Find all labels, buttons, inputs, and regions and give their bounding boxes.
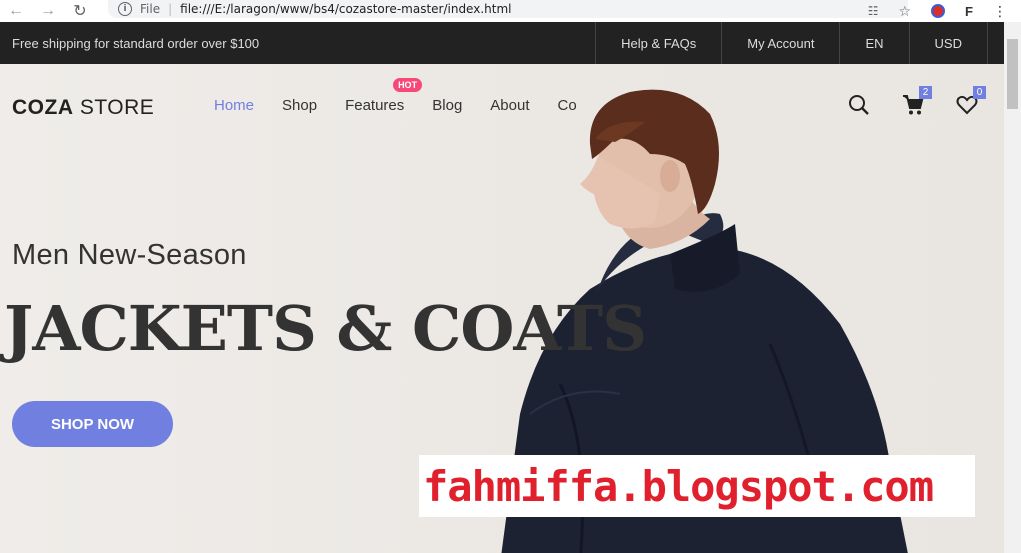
logo-light: STORE	[73, 96, 155, 119]
forward-icon[interactable]: →	[32, 0, 64, 22]
reload-icon[interactable]: ↻	[64, 0, 96, 22]
shipping-notice: Free shipping for standard order over $1…	[12, 35, 260, 51]
menu-item-shop[interactable]: Shop	[282, 97, 317, 114]
top-bar: Free shipping for standard order over $1…	[0, 22, 1004, 64]
menu-item-home[interactable]: Home	[214, 97, 254, 114]
menu-item-contact[interactable]: Co	[558, 97, 577, 114]
extension-icon[interactable]	[931, 4, 946, 18]
scrollbar-thumb[interactable]	[1007, 39, 1018, 109]
wishlist-heart-icon[interactable]: 0	[956, 86, 986, 116]
star-icon[interactable]: ☆	[898, 3, 911, 20]
currency-link[interactable]: USD	[908, 22, 988, 64]
cart-count-badge: 2	[919, 86, 932, 99]
cart-icon[interactable]: 2	[902, 86, 932, 116]
language-link[interactable]: EN	[839, 22, 908, 64]
watermark: fahmiffa.blogspot.com	[419, 455, 975, 517]
menu-item-features-label: Features	[345, 97, 405, 114]
watermark-text: fahmiffa.blogspot.com	[423, 461, 934, 511]
wishlist-count-badge: 0	[973, 86, 986, 99]
hero-subtitle: Men New-Season	[12, 239, 247, 271]
search-icon[interactable]	[848, 94, 870, 116]
translate-icon[interactable]: ☷	[868, 4, 879, 18]
page-scrollbar[interactable]	[1004, 22, 1021, 553]
site-header: COZA STORE Home Shop Features HOT Blog Ab…	[0, 64, 1004, 148]
address-bar[interactable]: i File | file:///E:/laragon/www/bs4/coza…	[108, 0, 908, 18]
menu-item-about[interactable]: About	[490, 97, 529, 114]
info-icon[interactable]: i	[118, 2, 132, 16]
extension-icons: ☷ ☆ F ⋮	[868, 0, 1021, 22]
site-logo[interactable]: COZA STORE	[12, 96, 154, 120]
browser-toolbar: ← → ↻ i File | file:///E:/laragon/www/bs…	[0, 0, 1021, 22]
my-account-link[interactable]: My Account	[721, 22, 839, 64]
menu-item-features[interactable]: Features HOT	[345, 78, 423, 114]
top-bar-links: Help & FAQs My Account EN USD	[595, 22, 988, 64]
url-text: file:///E:/laragon/www/bs4/cozastore-mas…	[180, 2, 512, 16]
help-faqs-link[interactable]: Help & FAQs	[595, 22, 721, 64]
menu-kebab-icon[interactable]: ⋮	[993, 3, 1007, 20]
hero-headline: JACKETS & COATS	[4, 292, 647, 365]
logo-bold: COZA	[12, 96, 74, 119]
hot-badge: HOT	[393, 78, 423, 92]
website-viewport: Free shipping for standard order over $1…	[0, 22, 1004, 553]
menu-item-blog[interactable]: Blog	[432, 97, 462, 114]
url-scheme: File	[140, 2, 161, 16]
back-icon[interactable]: ←	[0, 0, 32, 22]
url-separator: |	[168, 2, 173, 16]
shop-now-button[interactable]: SHOP NOW	[12, 401, 173, 447]
extension-f-icon[interactable]: F	[965, 4, 973, 19]
main-menu: Home Shop Features HOT Blog About Co	[214, 78, 577, 114]
